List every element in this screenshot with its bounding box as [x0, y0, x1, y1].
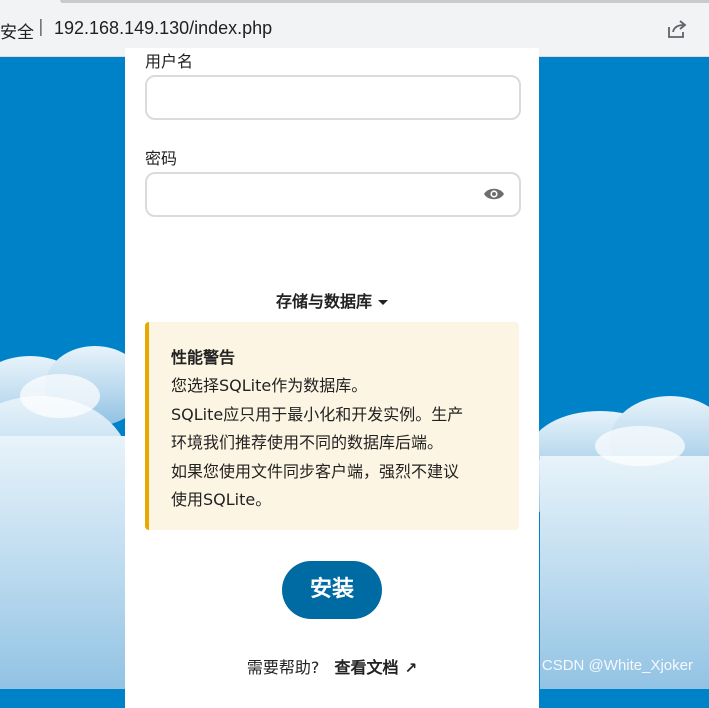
help-row: 需要帮助? 查看文档 ↗: [125, 654, 539, 678]
eye-icon[interactable]: [483, 185, 505, 203]
security-indicator[interactable]: 安全: [0, 18, 34, 43]
address-url[interactable]: 192.168.149.130/index.php: [54, 18, 272, 39]
caret-down-icon: [378, 300, 388, 305]
warning-line: 如果您使用文件同步客户端，强烈不建议: [171, 461, 460, 481]
docs-link-label: 查看文档: [334, 658, 399, 677]
share-icon[interactable]: [666, 19, 688, 39]
password-input[interactable]: [145, 172, 521, 217]
warning-line: 环境我们推荐使用不同的数据库后端。: [171, 433, 444, 452]
password-label: 密码: [145, 149, 178, 168]
performance-warning: 性能警告 您选择SQLite作为数据库。 SQLite应只用于最小化和开发实例。…: [145, 322, 519, 530]
setup-card: 用户名 密码 存储与数据库 性能警告 您选择SQLite作为数据库。 SQLit…: [125, 48, 539, 708]
help-text: 需要帮助?: [246, 658, 320, 677]
watermark: CSDN @White_Xjoker: [541, 657, 693, 674]
warning-line: 使用SQLite。: [171, 490, 272, 509]
username-input[interactable]: [145, 75, 521, 120]
username-label: 用户名: [145, 52, 194, 71]
warning-line: 您选择SQLite作为数据库。: [171, 376, 368, 395]
tab-strip-edge: [60, 0, 709, 3]
address-separator: |: [38, 17, 44, 37]
external-link-icon: ↗: [404, 659, 418, 677]
install-button[interactable]: 安装: [282, 561, 382, 619]
docs-link[interactable]: 查看文档 ↗: [335, 658, 418, 677]
storage-database-toggle[interactable]: 存储与数据库: [125, 288, 539, 312]
warning-line: SQLite应只用于最小化和开发实例。生产: [171, 404, 464, 424]
warning-title: 性能警告: [171, 348, 236, 367]
storage-toggle-label: 存储与数据库: [275, 292, 372, 311]
